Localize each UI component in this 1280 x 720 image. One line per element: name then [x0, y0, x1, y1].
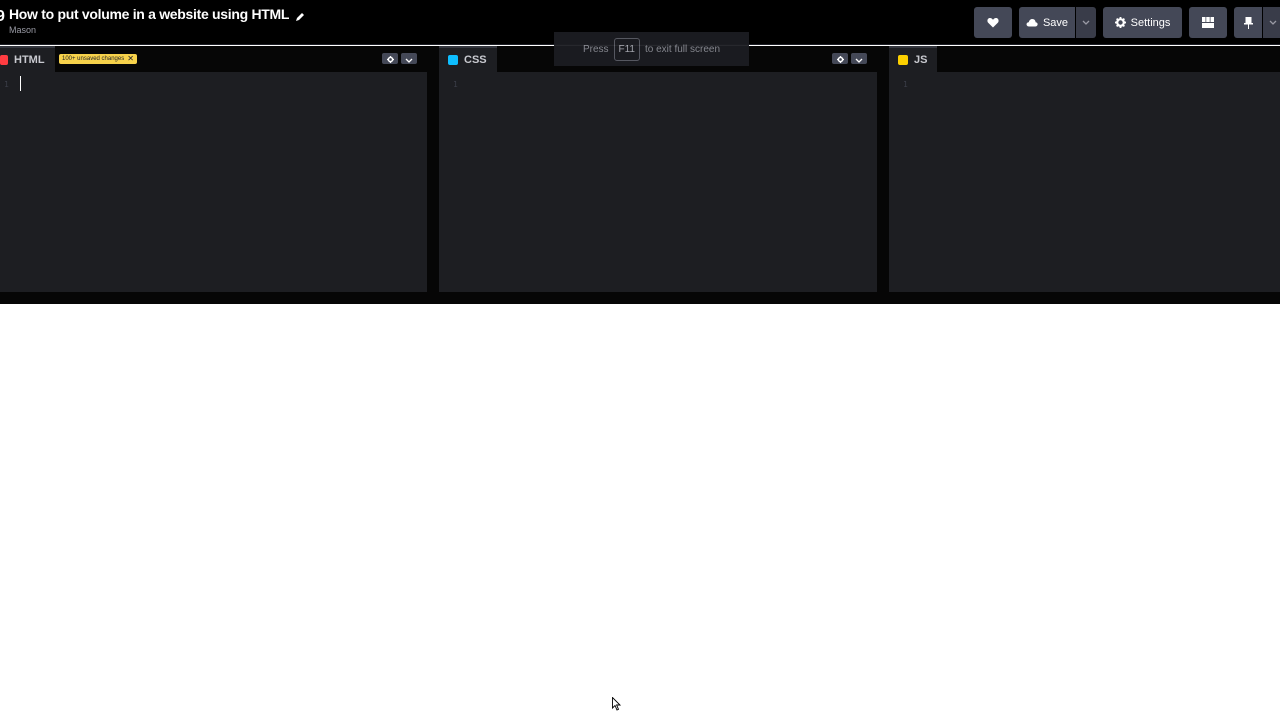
fullscreen-press-text: Press [582, 43, 609, 55]
fullscreen-key: F11 [613, 37, 640, 61]
line-number: 1 [903, 80, 908, 89]
css-icon [448, 55, 458, 65]
pin-button[interactable] [1234, 7, 1262, 38]
html-editor-panel: HTML 100+ unsaved changes ✕ 1 [0, 46, 427, 292]
html-code-area[interactable]: 1 [0, 72, 427, 292]
line-number: 1 [4, 80, 9, 89]
codepen-logo-icon[interactable]: 9 [0, 9, 5, 25]
html-icon [0, 55, 8, 65]
js-icon [898, 55, 908, 65]
result-preview[interactable] [0, 304, 1280, 720]
author-name[interactable]: Mason [9, 25, 305, 35]
save-button[interactable]: Save [1019, 7, 1075, 38]
pencil-edit-icon[interactable] [295, 9, 305, 21]
css-tab-label: CSS [464, 54, 487, 66]
close-icon[interactable]: ✕ [127, 55, 134, 63]
js-code-area[interactable]: 1 [889, 72, 1280, 292]
tab-js[interactable]: JS [889, 46, 938, 72]
result-resizer[interactable] [0, 292, 1280, 304]
mouse-pointer-icon [612, 696, 622, 711]
tab-css[interactable]: CSS [439, 46, 497, 72]
unsaved-changes-badge[interactable]: 100+ unsaved changes ✕ [59, 54, 137, 64]
save-options-button[interactable] [1076, 7, 1096, 38]
tab-html[interactable]: HTML [0, 46, 55, 72]
unsaved-changes-text: 100+ unsaved changes [62, 56, 125, 62]
love-button[interactable] [974, 7, 1012, 38]
css-options-button[interactable] [851, 53, 867, 64]
change-view-button[interactable] [1189, 7, 1227, 38]
cloud-icon [1026, 18, 1038, 27]
pen-title[interactable]: How to put volume in a website using HTM… [9, 6, 289, 22]
html-editor-header: HTML 100+ unsaved changes ✕ [0, 46, 427, 72]
pen-title-area: How to put volume in a website using HTM… [9, 6, 305, 35]
settings-button[interactable]: Settings [1103, 7, 1182, 38]
gear-icon [1114, 17, 1126, 28]
settings-label: Settings [1130, 16, 1171, 29]
css-editor-panel: CSS 1 [439, 46, 877, 292]
heart-icon [987, 17, 999, 28]
pin-icon [1243, 16, 1253, 29]
panel-resizer[interactable] [427, 46, 439, 292]
pin-options-button[interactable] [1263, 7, 1280, 38]
fullscreen-suffix-text: to exit full screen [645, 43, 721, 55]
html-tab-label: HTML [14, 54, 45, 66]
css-settings-button[interactable] [832, 53, 848, 64]
editors-area: HTML 100+ unsaved changes ✕ 1 CSS 1 JS 1 [0, 46, 1280, 304]
text-cursor [20, 76, 21, 91]
save-label: Save [1042, 16, 1069, 29]
panel-resizer[interactable] [877, 46, 889, 292]
line-number: 1 [453, 80, 458, 89]
js-editor-panel: JS 1 [889, 46, 1280, 292]
chevron-down-icon [855, 50, 863, 68]
fullscreen-notice: Press F11 to exit full screen [554, 32, 749, 66]
gear-icon [386, 50, 394, 68]
chevron-down-icon [1082, 20, 1090, 25]
chevron-down-icon [405, 50, 413, 68]
html-options-button[interactable] [401, 53, 417, 64]
html-settings-button[interactable] [382, 53, 398, 64]
gear-icon [836, 50, 844, 68]
layout-icon [1202, 17, 1214, 28]
css-code-area[interactable]: 1 [439, 72, 877, 292]
chevron-down-icon [1269, 20, 1277, 25]
js-tab-label: JS [914, 54, 928, 66]
js-editor-header: JS [889, 46, 1280, 72]
